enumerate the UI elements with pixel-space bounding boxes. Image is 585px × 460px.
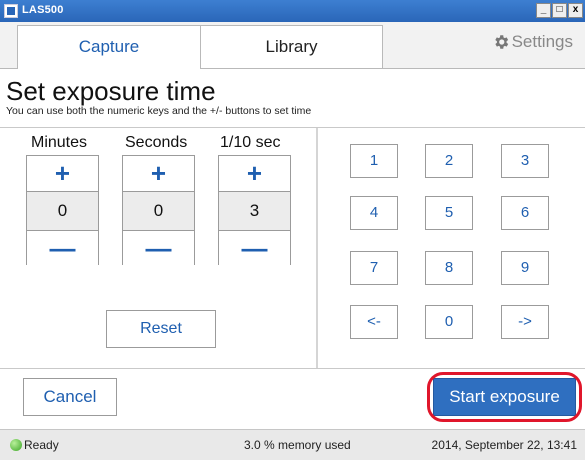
cancel-button[interactable]: Cancel: [23, 378, 117, 416]
status-indicator-icon: [10, 439, 22, 451]
tab-bar: Capture Library Settings: [0, 22, 585, 69]
key-2[interactable]: 2: [425, 144, 473, 178]
panel-divider: [0, 127, 585, 128]
seconds-decrement-button[interactable]: —: [123, 230, 194, 266]
status-text: Ready: [24, 438, 59, 452]
gear-icon: [494, 35, 508, 49]
tenths-decrement-button[interactable]: —: [219, 230, 290, 266]
tenths-label: 1/10 sec: [220, 134, 281, 151]
app-icon: [4, 4, 18, 18]
memory-usage: 3.0 % memory used: [244, 438, 351, 452]
key-3[interactable]: 3: [501, 144, 549, 178]
minutes-value[interactable]: 0: [27, 192, 98, 230]
page-title: Set exposure time: [6, 76, 216, 106]
seconds-spinner: + 0 —: [122, 155, 195, 266]
key-forward[interactable]: ->: [501, 305, 549, 339]
seconds-value[interactable]: 0: [123, 192, 194, 230]
minutes-spinner: + 0 —: [26, 155, 99, 266]
key-4[interactable]: 4: [350, 196, 398, 230]
page-subtitle: You can use both the numeric keys and th…: [6, 105, 312, 117]
status-datetime: 2014, September 22, 13:41: [431, 438, 577, 452]
tab-library[interactable]: Library: [200, 25, 383, 69]
key-6[interactable]: 6: [501, 196, 549, 230]
window-controls: _ □ x: [536, 3, 583, 18]
close-button[interactable]: x: [568, 3, 583, 18]
tab-capture[interactable]: Capture: [17, 25, 201, 69]
window-title: LAS500: [22, 4, 64, 16]
settings-label: Settings: [511, 32, 573, 51]
minutes-decrement-button[interactable]: —: [27, 230, 98, 266]
tenths-spinner: + 3 —: [218, 155, 291, 266]
tenths-value[interactable]: 3: [219, 192, 290, 230]
maximize-button[interactable]: □: [552, 3, 567, 18]
key-1[interactable]: 1: [350, 144, 398, 178]
minutes-label: Minutes: [31, 134, 88, 151]
footer-divider: [0, 368, 585, 369]
key-0[interactable]: 0: [425, 305, 473, 339]
seconds-increment-button[interactable]: +: [123, 156, 194, 192]
minimize-button[interactable]: _: [536, 3, 551, 18]
tenths-increment-button[interactable]: +: [219, 156, 290, 192]
key-backspace[interactable]: <-: [350, 305, 398, 339]
key-7[interactable]: 7: [350, 251, 398, 285]
seconds-label: Seconds: [125, 134, 188, 151]
key-9[interactable]: 9: [501, 251, 549, 285]
minutes-increment-button[interactable]: +: [27, 156, 98, 192]
reset-button[interactable]: Reset: [106, 310, 216, 348]
highlight-annotation: [427, 372, 582, 422]
panel-vertical-divider: [316, 128, 318, 368]
settings-button[interactable]: Settings: [492, 32, 573, 52]
status-bar: Ready 3.0 % memory used 2014, September …: [0, 429, 585, 460]
key-5[interactable]: 5: [425, 196, 473, 230]
key-8[interactable]: 8: [425, 251, 473, 285]
title-bar: LAS500 _ □ x: [0, 0, 585, 22]
